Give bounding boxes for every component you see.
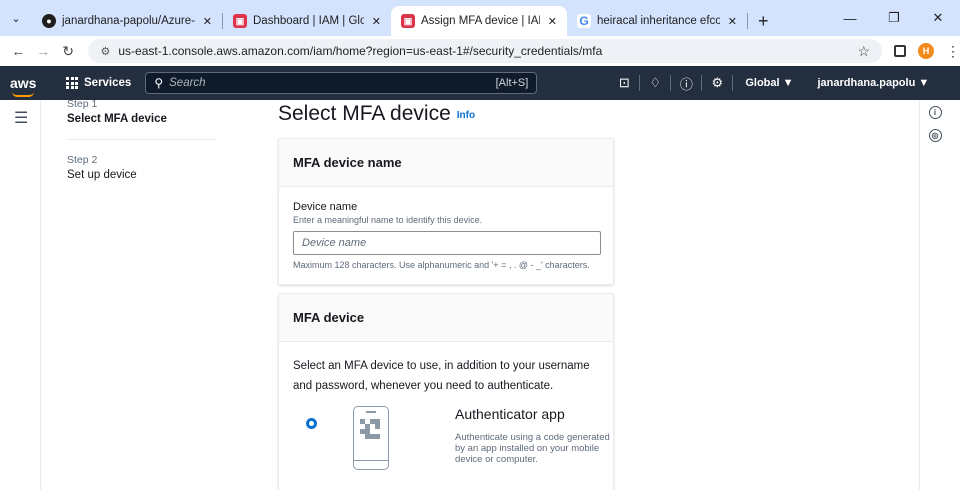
address-bar-row: ← → ↻ ⚙ us-east-1.console.aws.amazon.com… [0, 36, 960, 66]
wizard-steps: Step 1 Select MFA device Step 2 Set up d… [67, 100, 217, 181]
forward-arrow-icon[interactable]: → [31, 43, 56, 59]
browser-menu-icon[interactable]: ⋮ [946, 43, 960, 60]
profile-avatar[interactable]: H [918, 43, 935, 59]
info-panel-icon[interactable]: i [928, 106, 942, 119]
aws-logo-text: aws [10, 75, 37, 91]
tab-close-icon[interactable]: ✕ [728, 15, 737, 28]
github-icon: ● [42, 14, 56, 28]
tools-divider [919, 100, 920, 490]
aws-logo[interactable]: aws [10, 75, 48, 97]
services-menu-button[interactable]: Services [66, 77, 131, 89]
notifications-bell-icon[interactable]: ♢ [640, 75, 670, 91]
step-title: Set up device [67, 169, 137, 181]
window-controls: — ❐ ✕ [828, 0, 960, 36]
console-search-input[interactable]: ⚲ Search [Alt+S] [145, 72, 538, 94]
bookmark-star-icon[interactable]: ☆ [857, 43, 870, 60]
site-info-icon[interactable]: ⚙ [100, 45, 110, 58]
tab-title: heiracal inheritance efcore don [597, 15, 720, 27]
device-name-input[interactable] [293, 231, 601, 255]
browser-tab-assign-mfa[interactable]: ▣ Assign MFA device | IAM | Glob ✕ [391, 6, 567, 36]
new-tab-button[interactable]: + [748, 6, 779, 36]
aws-console-header: aws Services ⚲ Search [Alt+S] ⊡ ♢ ⓘ ⚙ Gl… [0, 66, 960, 100]
aws-iam-icon: ▣ [233, 14, 247, 28]
side-panel-icon[interactable] [894, 45, 907, 57]
cloudshell-icon[interactable]: ⊡ [609, 75, 639, 91]
tab-title: Dashboard | IAM | Global [253, 15, 364, 27]
wizard-step-2: Step 2 Set up device [67, 154, 217, 181]
authenticator-phone-icon [353, 406, 389, 470]
address-bar[interactable]: ⚙ us-east-1.console.aws.amazon.com/iam/h… [88, 39, 883, 63]
hamburger-menu-icon[interactable]: ☰ [14, 108, 28, 128]
back-arrow-icon[interactable]: ← [6, 43, 31, 59]
step-divider [67, 139, 217, 140]
tools-rail: i ◎ [924, 106, 946, 142]
search-placeholder: Search [169, 77, 206, 89]
search-shortcut: [Alt+S] [495, 77, 529, 89]
tab-close-icon[interactable]: ✕ [548, 15, 557, 28]
tab-title: janardhana-papolu/Azure-Aws [62, 15, 195, 27]
authenticator-app-radio[interactable] [306, 418, 317, 429]
wizard-step-1: Step 1 Select MFA device [67, 100, 217, 125]
tab-search-chevron-icon[interactable]: ⌄ [0, 0, 32, 36]
tutorial-panel-icon[interactable]: ◎ [928, 129, 942, 142]
reload-icon[interactable]: ↻ [56, 43, 81, 60]
option-title: Authenticator app [455, 406, 565, 422]
tab-close-icon[interactable]: ✕ [372, 15, 381, 28]
step-label: Step 1 [67, 100, 98, 110]
services-grid-icon [66, 77, 78, 89]
tab-close-icon[interactable]: ✕ [203, 15, 212, 28]
search-icon: ⚲ [154, 76, 164, 90]
google-icon: G [577, 14, 591, 28]
header-separator [732, 75, 734, 91]
url-text[interactable]: us-east-1.console.aws.amazon.com/iam/hom… [118, 44, 857, 58]
browser-tab-google-search[interactable]: G heiracal inheritance efcore don ✕ [567, 6, 747, 36]
page-title-text: Select MFA device [278, 102, 451, 125]
device-name-label: Device name [293, 201, 358, 213]
settings-gear-icon[interactable]: ⚙ [702, 75, 732, 91]
info-link[interactable]: Info [457, 110, 475, 121]
mfa-device-description: Select an MFA device to use, in addition… [293, 360, 590, 392]
device-name-description: Enter a meaningful name to identify this… [293, 215, 483, 225]
tab-title: Assign MFA device | IAM | Glob [421, 15, 540, 27]
step-title: Select MFA device [67, 113, 167, 125]
minimize-icon[interactable]: — [828, 11, 872, 26]
mfa-device-panel: MFA device Select an MFA device to use, … [278, 293, 614, 490]
close-window-icon[interactable]: ✕ [916, 10, 960, 26]
step-label: Step 2 [67, 154, 98, 166]
panel-heading: MFA device name [279, 139, 613, 187]
region-selector[interactable]: Global ▼ [745, 77, 793, 89]
device-name-constraint: Maximum 128 characters. Use alphanumeric… [293, 260, 590, 270]
panel-heading: MFA device [279, 294, 613, 342]
services-label: Services [84, 77, 132, 89]
authenticator-app-option[interactable]: Authenticator app Authenticate using a c… [293, 406, 610, 476]
browser-tab-strip: ⌄ ● janardhana-papolu/Azure-Aws ✕ ▣ Dash… [0, 0, 960, 36]
main-content: ☰ Step 1 Select MFA device Step 2 Set up… [0, 100, 960, 490]
aws-smile-icon [12, 92, 34, 97]
restore-icon[interactable]: ❐ [872, 10, 916, 26]
nav-divider [40, 100, 41, 490]
browser-tab-iam-dashboard[interactable]: ▣ Dashboard | IAM | Global ✕ [223, 6, 391, 36]
help-icon[interactable]: ⓘ [671, 74, 701, 93]
browser-tab-github[interactable]: ● janardhana-papolu/Azure-Aws ✕ [32, 6, 222, 36]
page-title: Select MFA device Info [278, 102, 475, 126]
device-name-panel: MFA device name Device name Enter a mean… [278, 138, 614, 285]
aws-iam-icon: ▣ [401, 14, 415, 28]
account-menu[interactable]: janardhana.papolu ▼ [818, 77, 930, 89]
option-description: Authenticate using a code generated by a… [455, 432, 610, 465]
